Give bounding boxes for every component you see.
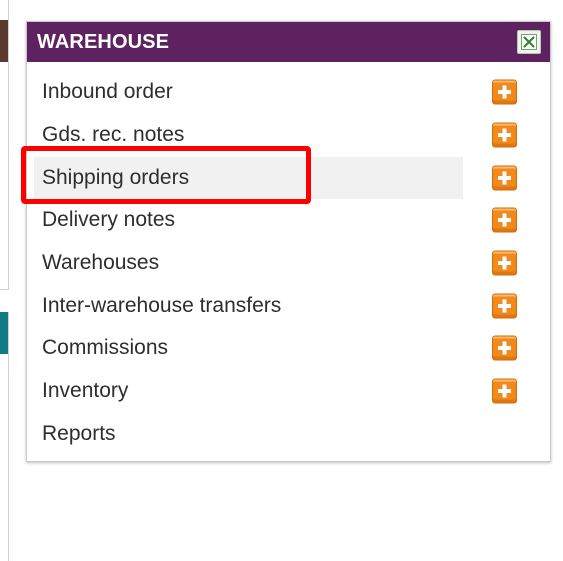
menu-item: Reports (27, 413, 550, 456)
add-button[interactable] (492, 293, 517, 319)
add-button[interactable] (492, 165, 517, 191)
menu-item: Inventory (27, 370, 550, 413)
add-button[interactable] (492, 378, 517, 404)
menu-item-link[interactable]: Inter-warehouse transfers (34, 285, 463, 327)
menu-item-link[interactable]: Shipping orders (34, 156, 463, 199)
menu-list: Inbound order Gds. rec. notes Shipping ord… (27, 62, 550, 455)
add-button[interactable] (492, 335, 517, 361)
background-card-header (0, 20, 8, 62)
menu-item-link[interactable]: Delivery notes (34, 199, 463, 241)
add-button[interactable] (492, 122, 517, 148)
plus-icon (498, 128, 511, 142)
plus-icon (498, 171, 511, 185)
menu-item: Gds. rec. notes (27, 114, 550, 157)
menu-item: Inter-warehouse transfers (27, 284, 550, 327)
background-card-header (0, 312, 8, 354)
add-button[interactable] (492, 207, 517, 233)
menu-item-link[interactable]: Reports (34, 413, 463, 455)
plus-icon (498, 85, 511, 99)
close-button[interactable] (517, 30, 541, 54)
menu-item-link[interactable]: Inventory (34, 370, 463, 412)
warehouse-menu-panel: WAREHOUSE Inbound order Gds. rec. notes Sh… (26, 21, 551, 462)
menu-item-link[interactable]: Inbound order (34, 71, 463, 113)
plus-icon (498, 299, 511, 313)
plus-icon (498, 341, 511, 355)
panel-title: WAREHOUSE (37, 30, 170, 53)
close-icon (521, 34, 537, 50)
plus-icon (498, 213, 511, 227)
menu-item: Inbound order (27, 71, 550, 114)
menu-item: Warehouses (27, 242, 550, 285)
menu-item: Commissions (27, 327, 550, 370)
menu-item-link[interactable]: Warehouses (34, 242, 463, 284)
plus-icon (498, 384, 511, 398)
menu-item-link[interactable]: Gds. rec. notes (34, 114, 463, 156)
menu-item-link[interactable]: Commissions (34, 327, 463, 369)
add-button[interactable] (492, 250, 517, 276)
add-button[interactable] (492, 79, 517, 105)
plus-icon (498, 256, 511, 270)
panel-header: WAREHOUSE (27, 22, 550, 62)
menu-item: Shipping orders (27, 156, 550, 199)
menu-item: Delivery notes (27, 199, 550, 242)
